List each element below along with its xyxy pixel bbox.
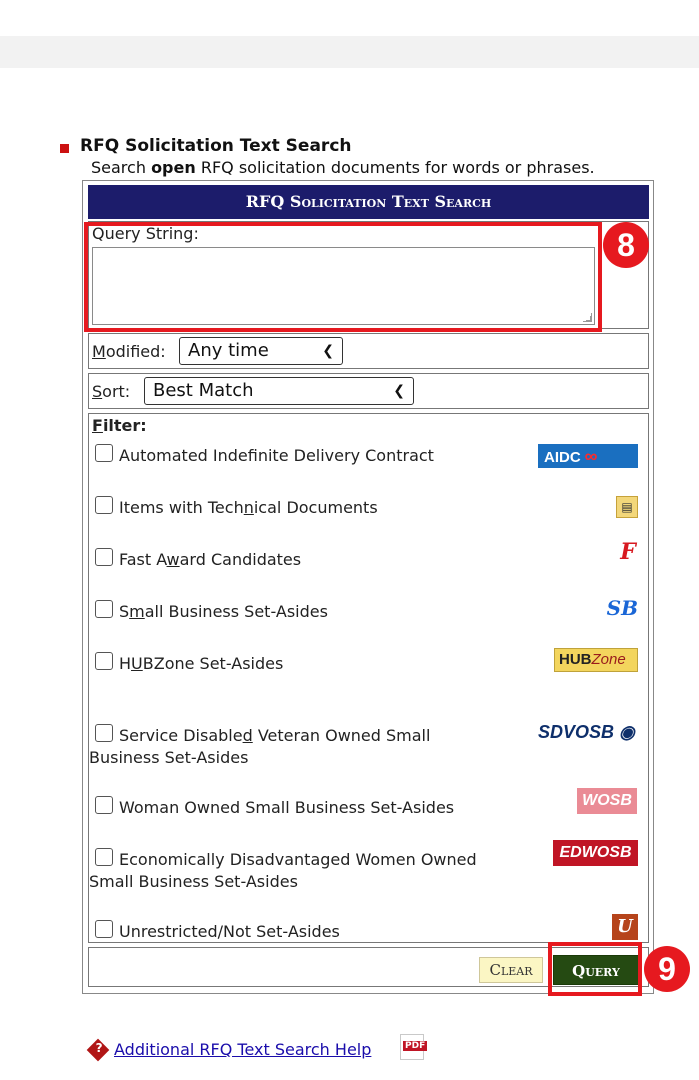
annotation-box-step-8 [84,222,602,332]
sdvosb-checkbox[interactable] [95,724,113,742]
filter-label-fast-award: Fast Award Candidates [119,550,302,569]
filter-label-unrestricted: Unrestricted/Not Set-Asides [119,922,340,941]
section-bullet-icon [60,144,69,153]
edwosb-checkbox[interactable] [95,848,113,866]
pdf-icon[interactable]: PDF [400,1034,428,1060]
aidc-badge-icon: AIDC ∞ [538,444,638,468]
edwosb-icon: EDWOSB [553,840,638,866]
sort-select-value: Best Match [153,380,254,401]
filter-label-edwosb-line2: Small Business Set-Asides [89,872,298,891]
filter-label-sdvosb-line2: Business Set-Asides [89,748,249,767]
fast-award-icon: F [620,539,636,565]
modified-label: Modified: [92,342,166,361]
unrestricted-icon: U [612,914,638,940]
pdf-icon-label: PDF [403,1041,428,1051]
filter-label-wosb: Woman Owned Small Business Set-Asides [119,798,455,817]
wosb-icon: WOSB [577,788,637,814]
top-bar [0,36,699,68]
technical-document-icon: ▤ [616,496,638,518]
filter-label-edwosb: Economically Disadvantaged Women Owned [119,850,477,869]
technical-docs-checkbox[interactable] [95,496,113,514]
sort-select[interactable]: Best Match ❮ [144,377,414,405]
chevron-down-icon: ❮ [393,383,405,399]
modified-select-value: Any time [188,340,269,361]
aidc-checkbox[interactable] [95,444,113,462]
unrestricted-checkbox[interactable] [95,920,113,938]
additional-help-link[interactable]: Additional RFQ Text Search Help [114,1040,371,1059]
help-diamond-icon: ? [86,1038,110,1062]
clear-button[interactable]: Clear [479,957,543,983]
modified-row: Modified: Any time ❮ [88,333,649,369]
modified-select[interactable]: Any time ❮ [179,337,343,365]
hubzone-checkbox[interactable] [95,652,113,670]
wosb-checkbox[interactable] [95,796,113,814]
sort-label: Sort: [92,382,131,401]
annotation-box-step-9 [548,942,642,996]
hubzone-icon: HUBZone [554,648,638,672]
sdvosb-icon: SDVOSB ◉ [538,722,635,742]
small-business-checkbox[interactable] [95,600,113,618]
section-title: RFQ Solicitation Text Search [80,136,352,156]
chevron-down-icon: ❮ [322,343,334,359]
filter-label-hubzone: HUBZone Set-Asides [119,654,284,673]
annotation-badge-step-8: 8 [603,222,649,268]
small-business-icon: SB [606,596,638,620]
filter-label-sdvosb: Service Disabled Veteran Owned Small [119,726,431,745]
fast-award-checkbox[interactable] [95,548,113,566]
filter-label-small-business: Small Business Set-Asides [119,602,328,621]
sort-row: Sort: Best Match ❮ [88,373,649,409]
panel-header: RFQ Solicitation Text Search [88,185,649,219]
filter-label-technical-docs: Items with Technical Documents [119,498,378,517]
section-description: Search open RFQ solicitation documents f… [91,158,595,177]
annotation-badge-step-9: 9 [644,946,690,992]
filter-label-aidc: Automated Indefinite Delivery Contract [119,446,434,465]
filter-box: Filter: Automated Indefinite Delivery Co… [88,413,649,943]
filter-label: Filter: [92,416,147,435]
